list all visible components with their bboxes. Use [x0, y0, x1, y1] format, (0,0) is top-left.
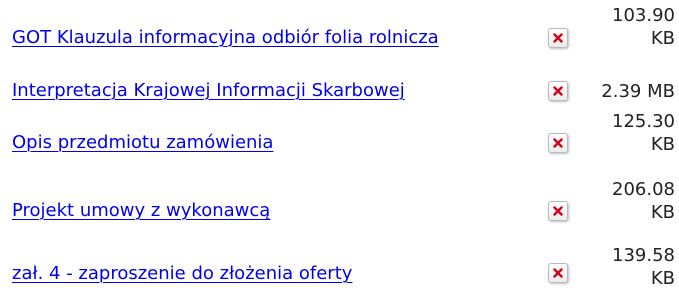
file-size: 206.08 KB [575, 178, 675, 224]
list-item: Opis przedmiotu zamówienia 125.30 KB [0, 110, 679, 158]
file-size-unit: KB [650, 28, 675, 49]
list-item: GOT Klauzula informacyjna odbiór folia r… [0, 0, 679, 50]
file-size: 2.39 MB [565, 80, 675, 103]
file-link[interactable]: Projekt umowy z wykonawcą [12, 200, 270, 222]
file-size: 139.58 KB [575, 244, 675, 290]
file-size-unit: KB [650, 268, 675, 289]
file-size-value: 139.58 [612, 245, 675, 266]
file-size-unit: KB [650, 202, 675, 223]
broken-image-icon [548, 263, 568, 283]
list-item: zał. 4 - zaproszenie do złożenia oferty … [0, 244, 679, 294]
file-link[interactable]: zał. 4 - zaproszenie do złożenia oferty [12, 263, 352, 285]
file-size: 103.90 KB [575, 4, 675, 50]
file-link[interactable]: Interpretacja Krajowej Informacji Skarbo… [12, 80, 405, 102]
file-size-value: 125.30 [612, 111, 675, 132]
file-link[interactable]: Opis przedmiotu zamówienia [12, 132, 273, 154]
file-size-value: 103.90 [612, 5, 675, 26]
file-size-value: 2.39 [601, 81, 642, 102]
file-size: 125.30 KB [575, 110, 675, 156]
broken-image-icon [548, 133, 568, 153]
file-size-unit: KB [650, 134, 675, 155]
file-link[interactable]: GOT Klauzula informacyjna odbiór folia r… [12, 27, 439, 49]
broken-image-icon [548, 201, 568, 221]
file-size-unit: MB [647, 81, 675, 102]
file-size-value: 206.08 [612, 179, 675, 200]
list-item: Projekt umowy z wykonawcą 206.08 KB [0, 178, 679, 226]
broken-image-icon [548, 28, 568, 48]
